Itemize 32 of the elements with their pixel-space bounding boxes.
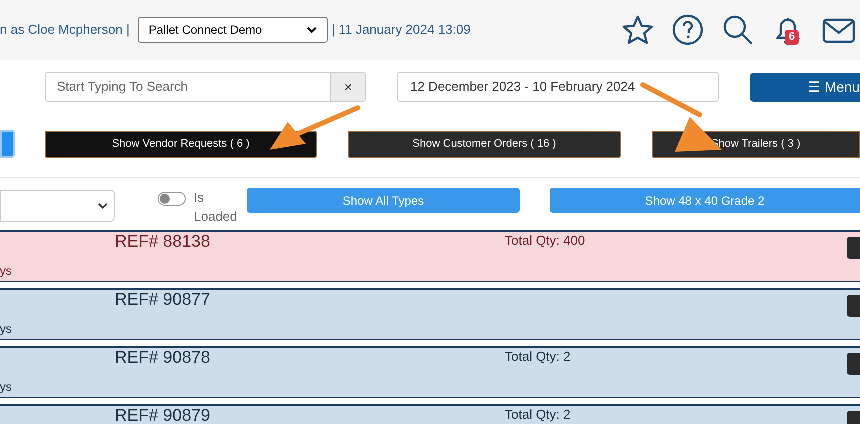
order-note: ys (0, 263, 12, 280)
chevron-down-icon (306, 26, 317, 34)
total-qty: Total Qty: 2 (505, 350, 571, 363)
search-field[interactable]: Start Typing To Search × (45, 72, 366, 102)
search-icon[interactable] (722, 14, 754, 46)
order-note: ys (0, 379, 12, 396)
total-qty: Total Qty: 2 (505, 408, 571, 421)
total-qty: Total Qty: 400 (505, 234, 586, 247)
order-row[interactable]: REF# 90879 Total Qty: 2 (0, 404, 860, 424)
order-ref: REF# 90878 (115, 349, 210, 366)
company-select[interactable]: Pallet Connect Demo (138, 17, 328, 43)
datetime-text: | 11 January 2024 13:09 (332, 21, 471, 40)
partial-button[interactable] (0, 130, 15, 158)
order-row[interactable]: REF# 90877 ys (0, 288, 860, 340)
is-loaded-label: Is Loaded (194, 189, 238, 226)
star-icon[interactable] (622, 14, 654, 46)
order-ref: REF# 88138 (115, 233, 210, 250)
date-range-field[interactable]: 12 December 2023 - 10 February 2024 (397, 72, 720, 102)
view-button[interactable]: Show Customer Orders ( 16 ) (348, 130, 621, 158)
view-button[interactable]: Show Vendor Requests ( 6 ) (45, 130, 317, 158)
notification-badge: 6 (785, 30, 800, 45)
is-loaded-toggle[interactable] (158, 192, 186, 206)
order-ref: REF# 90877 (115, 291, 210, 308)
menu-button[interactable]: ☰ Menu (750, 72, 860, 102)
order-row[interactable]: REF# 90878 Total Qty: 2 ys (0, 346, 860, 398)
user-name-text: n as Cloe Mcpherson | (0, 21, 130, 40)
order-row[interactable]: REF# 88138 Total Qty: 400 ys (0, 230, 860, 282)
clear-search-button[interactable]: × (330, 73, 366, 101)
order-ref: REF# 90879 (115, 407, 210, 424)
help-icon[interactable] (672, 14, 704, 46)
order-note: ys (0, 321, 12, 338)
chevron-down-icon (98, 202, 108, 210)
